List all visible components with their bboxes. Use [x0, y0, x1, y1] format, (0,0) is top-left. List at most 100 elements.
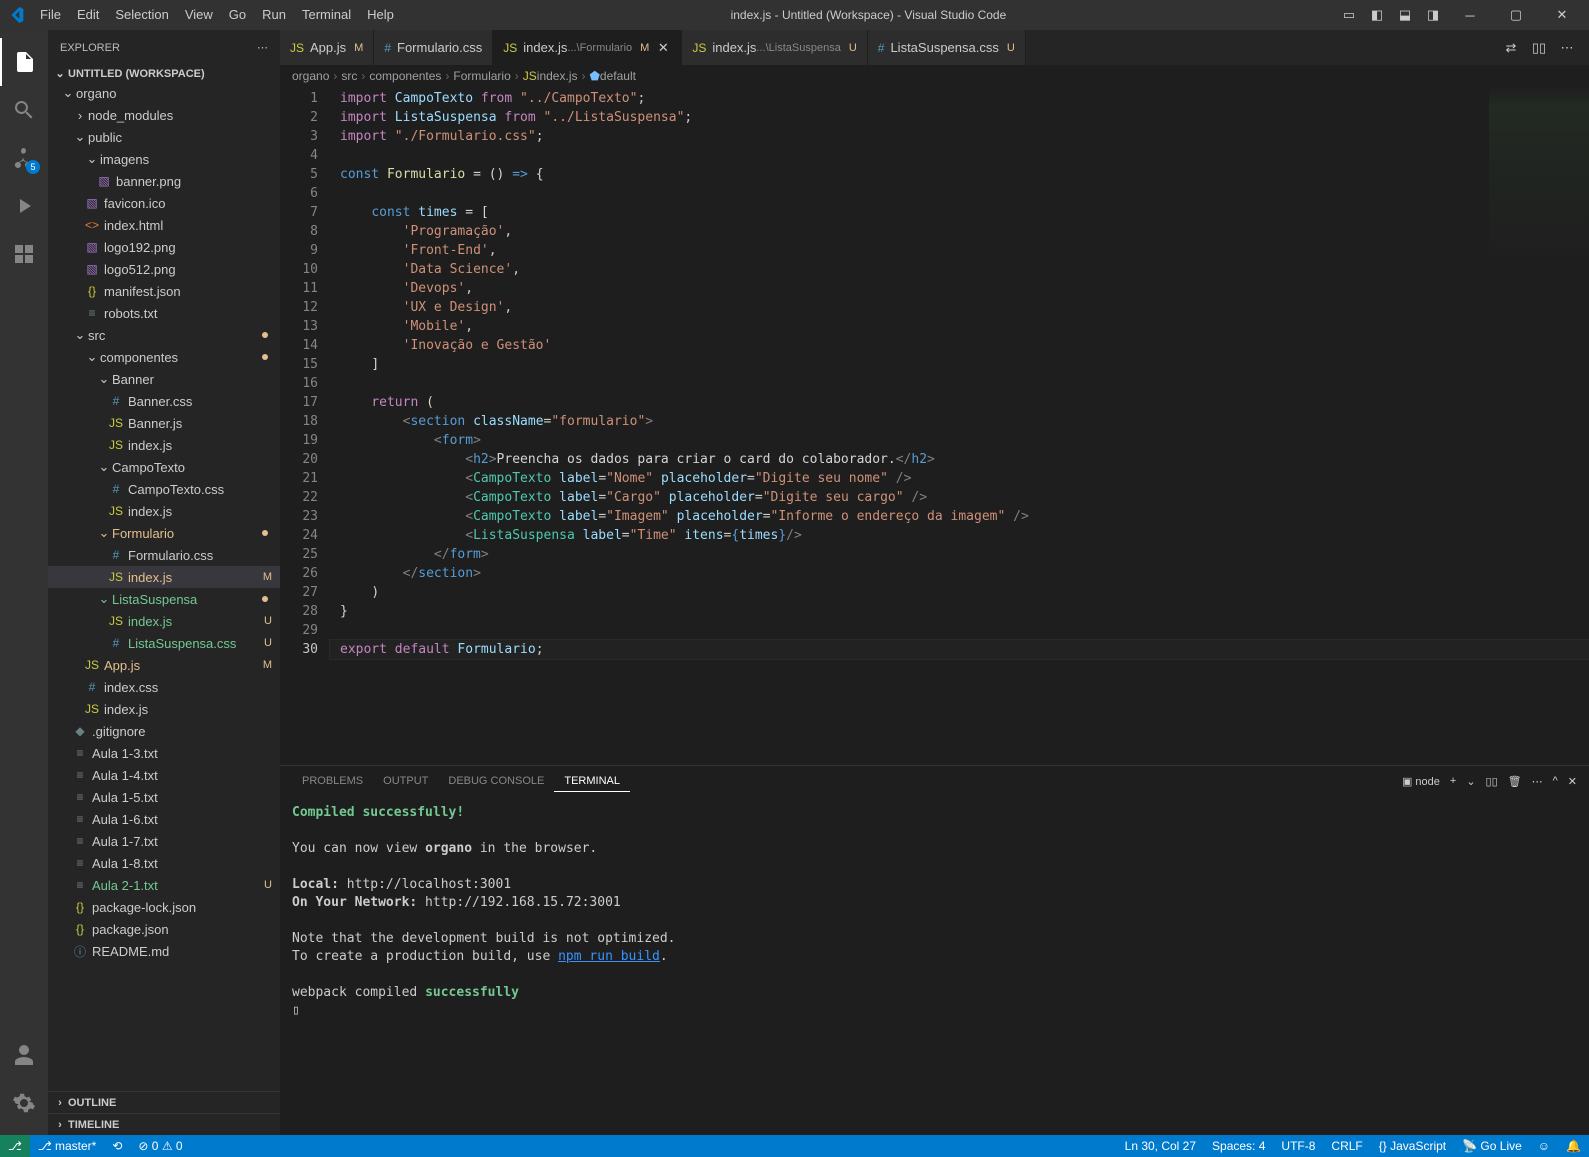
layout-sidebar-right-icon[interactable]: ◨ — [1421, 3, 1445, 27]
layout-sidebar-left-icon[interactable]: ◧ — [1365, 3, 1389, 27]
minimize-button[interactable]: ─ — [1447, 0, 1493, 30]
tree-item[interactable]: ≡robots.txt — [48, 302, 280, 324]
tree-item[interactable]: <>index.html — [48, 214, 280, 236]
notifications-button[interactable]: 🔔 — [1558, 1135, 1589, 1157]
editor-tab[interactable]: JSindex.js ...\ListaSuspensaU — [682, 30, 867, 65]
maximize-button[interactable]: ▢ — [1493, 0, 1539, 30]
sync-button[interactable]: ⟲ — [104, 1135, 130, 1157]
tree-item[interactable]: ≡Aula 1-8.txt — [48, 852, 280, 874]
breadcrumb-item[interactable]: ⬟ default — [589, 69, 635, 83]
settings-icon[interactable] — [0, 1079, 48, 1127]
outline-section[interactable]: › OUTLINE — [48, 1091, 280, 1113]
tree-item[interactable]: ⌄Banner — [48, 368, 280, 390]
run-debug-icon[interactable] — [0, 182, 48, 230]
editor[interactable]: 1234567891011121314151617181920212223242… — [280, 87, 1589, 765]
tree-item[interactable]: ≡Aula 1-7.txt — [48, 830, 280, 852]
breadcrumb-item[interactable]: src — [341, 69, 357, 83]
branch-button[interactable]: ⎇ master* — [30, 1135, 105, 1157]
close-icon[interactable]: ✕ — [655, 40, 671, 56]
tree-item[interactable]: JSindex.jsU — [48, 610, 280, 632]
tree-item[interactable]: ⌄CampoTexto — [48, 456, 280, 478]
sidebar-more-icon[interactable]: ⋯ — [257, 41, 268, 54]
menu-edit[interactable]: Edit — [69, 0, 107, 30]
tree-item[interactable]: {}manifest.json — [48, 280, 280, 302]
language-mode[interactable]: {} JavaScript — [1371, 1135, 1454, 1157]
tree-item[interactable]: ▧logo512.png — [48, 258, 280, 280]
tree-item[interactable]: #Banner.css — [48, 390, 280, 412]
split-terminal-icon[interactable]: ▯▯ — [1486, 775, 1498, 788]
explorer-icon[interactable] — [0, 38, 48, 86]
editor-tab[interactable]: JSApp.jsM — [280, 30, 374, 65]
tree-item[interactable]: JSApp.jsM — [48, 654, 280, 676]
layout-panel-icon[interactable]: ▭ — [1337, 3, 1361, 27]
breadcrumb-item[interactable]: JS index.js — [523, 69, 578, 83]
terminal-selector[interactable]: ▣ node — [1402, 775, 1440, 788]
menu-selection[interactable]: Selection — [107, 0, 176, 30]
breadcrumb-item[interactable]: Formulario — [453, 69, 510, 83]
tree-item[interactable]: ≡Aula 2-1.txtU — [48, 874, 280, 896]
panel-tab-terminal[interactable]: TERMINAL — [554, 771, 630, 792]
tree-item[interactable]: ≡Aula 1-3.txt — [48, 742, 280, 764]
menu-run[interactable]: Run — [254, 0, 294, 30]
panel-close-icon[interactable]: ✕ — [1568, 775, 1577, 788]
tree-item[interactable]: ⌄componentes — [48, 346, 280, 368]
editor-tab[interactable]: #Formulario.css — [374, 30, 493, 65]
tree-item[interactable]: ⌄ListaSuspensa — [48, 588, 280, 610]
terminal-dropdown-icon[interactable]: ⌄ — [1466, 775, 1475, 788]
feedback-button[interactable]: ☺ — [1530, 1135, 1558, 1157]
tree-item[interactable]: ⌄public — [48, 126, 280, 148]
tree-item[interactable]: {}package.json — [48, 918, 280, 940]
editor-tab[interactable]: JSindex.js ...\FormularioM✕ — [493, 30, 682, 65]
remote-button[interactable]: ⎇ — [0, 1135, 30, 1157]
tree-item[interactable]: ◆.gitignore — [48, 720, 280, 742]
tree-item[interactable]: ›node_modules — [48, 104, 280, 126]
indentation[interactable]: Spaces: 4 — [1204, 1135, 1273, 1157]
tree-item[interactable]: ⌄Formulario — [48, 522, 280, 544]
tree-item[interactable]: JSindex.jsM — [48, 566, 280, 588]
cursor-position[interactable]: Ln 30, Col 27 — [1117, 1135, 1204, 1157]
timeline-section[interactable]: › TIMELINE — [48, 1113, 280, 1135]
panel-tab-problems[interactable]: PROBLEMS — [292, 771, 373, 791]
tree-item[interactable]: ⓘREADME.md — [48, 940, 280, 962]
split-editor-icon[interactable]: ▯▯ — [1527, 36, 1551, 60]
menu-file[interactable]: File — [32, 0, 69, 30]
menu-help[interactable]: Help — [359, 0, 402, 30]
panel-tab-debug[interactable]: DEBUG CONSOLE — [438, 771, 554, 791]
more-actions-icon[interactable]: ⋯ — [1555, 36, 1579, 60]
breadcrumb-item[interactable]: componentes — [369, 69, 441, 83]
breadcrumb-item[interactable]: organo — [292, 69, 329, 83]
tree-item[interactable]: ⌄src — [48, 324, 280, 346]
menu-terminal[interactable]: Terminal — [294, 0, 359, 30]
tree-item[interactable]: ≡Aula 1-5.txt — [48, 786, 280, 808]
menu-go[interactable]: Go — [221, 0, 254, 30]
tree-item[interactable]: #Formulario.css — [48, 544, 280, 566]
tree-item[interactable]: JSindex.js — [48, 500, 280, 522]
panel-tab-output[interactable]: OUTPUT — [373, 771, 438, 791]
go-live-button[interactable]: 📡 Go Live — [1454, 1135, 1530, 1157]
layout-panel-bottom-icon[interactable]: ⬓ — [1393, 3, 1417, 27]
editor-tab[interactable]: #ListaSuspensa.cssU — [868, 30, 1026, 65]
eol[interactable]: CRLF — [1323, 1135, 1370, 1157]
tree-item[interactable]: ⌄imagens — [48, 148, 280, 170]
tree-item[interactable]: ≡Aula 1-4.txt — [48, 764, 280, 786]
menu-view[interactable]: View — [177, 0, 221, 30]
tree-item[interactable]: ▧logo192.png — [48, 236, 280, 258]
source-control-icon[interactable]: 5 — [0, 134, 48, 182]
terminal-more-icon[interactable]: ⋯ — [1532, 775, 1543, 788]
tree-item[interactable]: JSBanner.js — [48, 412, 280, 434]
workspace-header[interactable]: ⌄ UNTITLED (WORKSPACE) — [48, 65, 280, 82]
tree-item[interactable]: ≡Aula 1-6.txt — [48, 808, 280, 830]
tree-root[interactable]: ⌄organo — [48, 82, 280, 104]
tree-item[interactable]: ▧favicon.ico — [48, 192, 280, 214]
compare-icon[interactable]: ⇄ — [1499, 36, 1523, 60]
tree-item[interactable]: #CampoTexto.css — [48, 478, 280, 500]
panel-maximize-icon[interactable]: ^ — [1553, 775, 1558, 787]
tree-item[interactable]: JSindex.js — [48, 698, 280, 720]
tree-item[interactable]: #index.css — [48, 676, 280, 698]
tree-item[interactable]: {}package-lock.json — [48, 896, 280, 918]
code-content[interactable]: import CampoTexto from "../CampoTexto";i… — [330, 87, 1589, 765]
encoding[interactable]: UTF-8 — [1273, 1135, 1323, 1157]
accounts-icon[interactable] — [0, 1031, 48, 1079]
search-icon[interactable] — [0, 86, 48, 134]
new-terminal-icon[interactable]: + — [1450, 775, 1456, 787]
